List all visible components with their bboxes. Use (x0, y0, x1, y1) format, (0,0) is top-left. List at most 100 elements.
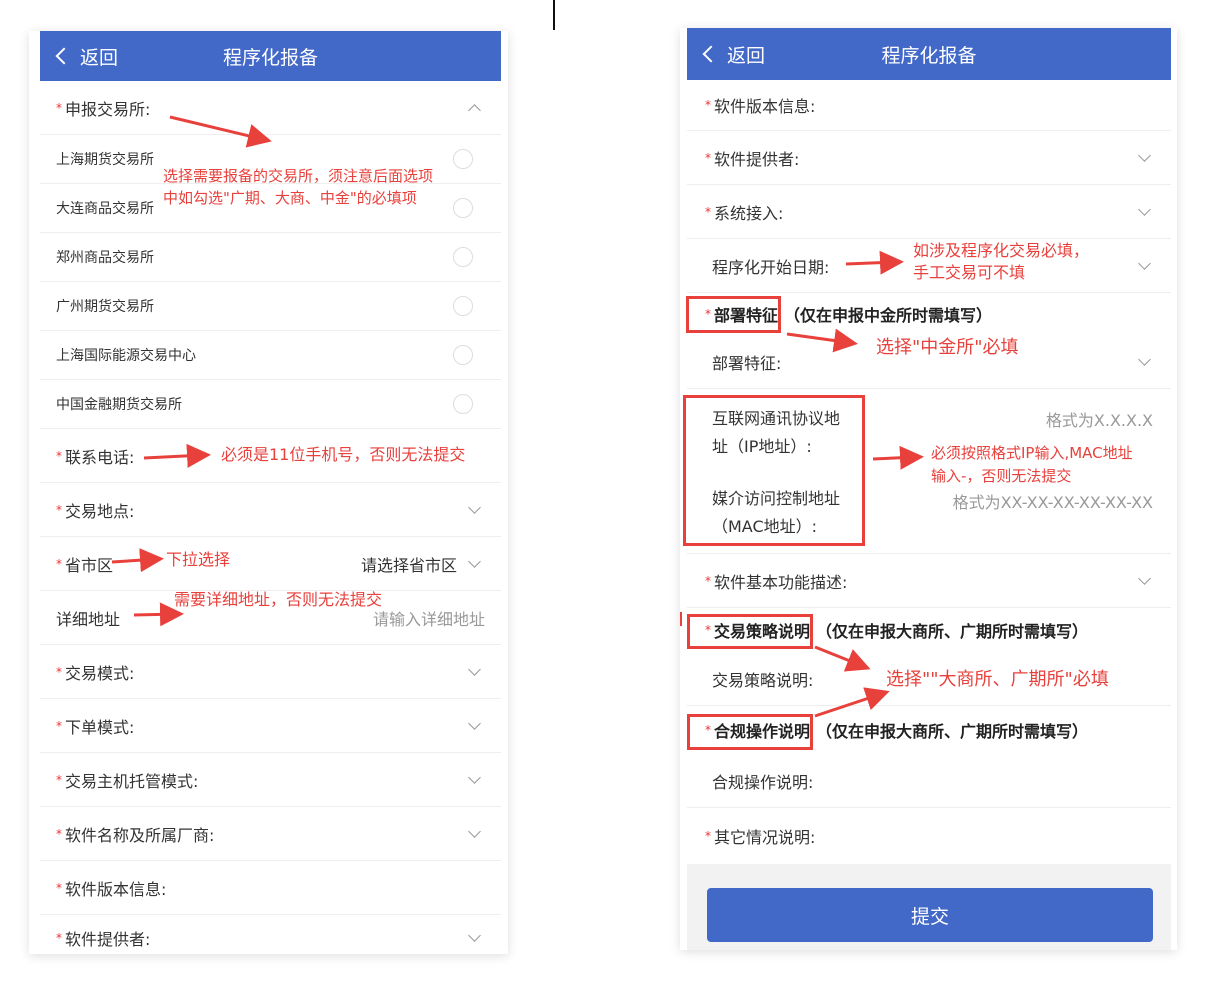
exchange-option-label: 广州期货交易所 (56, 299, 154, 315)
exchange-option-label: 上海期货交易所 (56, 152, 154, 168)
software-version-field[interactable]: * 软件版本信息: (40, 861, 501, 915)
region-label: 省市区 (65, 555, 114, 575)
radio-icon[interactable] (453, 394, 473, 414)
software-provider-label: 软件提供者: (714, 149, 800, 169)
chevron-down-icon[interactable] (468, 770, 481, 784)
software-name-field[interactable]: * 软件名称及所属厂商: (40, 807, 501, 861)
compliance-highlight-box (687, 714, 813, 750)
exchange-option[interactable]: 广州期货交易所 (40, 282, 501, 331)
chevron-down-icon[interactable] (468, 716, 481, 730)
deploy-label: 部署特征: (712, 353, 782, 373)
software-provider-label: 软件提供者: (65, 930, 151, 949)
chevron-down-icon[interactable] (1138, 352, 1151, 366)
required-mark: * (705, 829, 711, 843)
required-mark: * (56, 826, 62, 841)
start-date-annotation-line-1: 如涉及程序化交易必填， (913, 241, 1090, 260)
address-annotation: 需要详细地址，否则无法提交 (174, 590, 383, 609)
phone-label: 联系电话: (65, 447, 135, 467)
divider-line (553, 0, 555, 30)
chevron-down-icon[interactable] (468, 824, 481, 838)
exchange-option[interactable]: 上海国际能源交易中心 (40, 331, 501, 380)
chevron-down-icon[interactable] (468, 500, 481, 514)
exchange-field[interactable]: * 申报交易所: (40, 81, 501, 135)
address-label: 详细地址 (56, 609, 121, 629)
start-date-annotation-line-2: 手工交易可不填 (913, 263, 1026, 282)
back-button[interactable]: 返回 (54, 31, 118, 81)
system-access-field[interactable]: * 系统接入: (687, 185, 1171, 239)
required-mark: * (56, 100, 62, 115)
strategy-label: 交易策略说明: (712, 670, 814, 690)
software-provider-field[interactable]: * 软件提供者: (40, 915, 501, 954)
host-mode-label: 交易主机托管模式: (65, 771, 199, 791)
region-field[interactable]: * 省市区 请选择省市区 (40, 537, 501, 591)
strategy-annotation: 选择""大商所、广期所"必填 (886, 669, 1109, 690)
required-mark: * (56, 718, 62, 733)
compliance-label: 合规操作说明: (712, 772, 814, 792)
host-mode-field[interactable]: * 交易主机托管模式: (40, 753, 501, 807)
strategy-section-note: （仅在申报大商所、广期所时需填写） (816, 622, 1089, 641)
required-mark: * (56, 880, 62, 895)
back-label: 返回 (80, 46, 119, 69)
strategy-highlight-box (687, 614, 813, 649)
trade-mode-label: 交易模式: (65, 663, 135, 683)
mac-input[interactable]: 格式为XX-XX-XX-XX-XX-XX (953, 489, 1153, 513)
start-date-label: 程序化开始日期: (712, 257, 830, 277)
software-name-label: 软件名称及所属厂商: (65, 825, 215, 845)
required-mark: * (705, 150, 711, 165)
region-annotation: 下拉选择 (166, 550, 231, 569)
radio-icon[interactable] (453, 345, 473, 365)
exchange-option-label: 上海国际能源交易中心 (56, 348, 196, 364)
radio-icon[interactable] (453, 247, 473, 267)
address-input[interactable]: 请输入详细地址 (373, 606, 485, 630)
radio-icon[interactable] (453, 149, 473, 169)
required-mark: * (56, 556, 62, 571)
deploy-section-note: （仅在申报中金所时需填写） (784, 306, 993, 325)
required-mark: * (705, 204, 711, 219)
submit-button[interactable]: 提交 (707, 888, 1153, 942)
software-version-field[interactable]: * 软件版本信息: (687, 80, 1171, 131)
chevron-down-icon[interactable] (468, 554, 481, 568)
exchange-option[interactable]: 郑州商品交易所 (40, 233, 501, 282)
chevron-down-icon[interactable] (1138, 148, 1151, 162)
chevron-left-icon (55, 47, 73, 65)
red-tick-mark (680, 612, 682, 626)
exchange-annotation-line-1: 选择需要报备的交易所，须注意后面选项 (163, 167, 434, 185)
software-provider-field[interactable]: * 软件提供者: (687, 131, 1171, 185)
back-label: 返回 (727, 44, 766, 67)
chevron-down-icon[interactable] (1138, 202, 1151, 216)
other-field[interactable]: * 其它情况说明: (687, 808, 1171, 864)
required-mark: * (56, 772, 62, 787)
region-placeholder[interactable]: 请选择省市区 (361, 552, 457, 576)
exchange-annotation-line-2: 中如勾选"广期、大商、中金"的必填项 (163, 189, 417, 207)
function-field[interactable]: * 软件基本功能描述: (687, 554, 1171, 608)
deploy-annotation: 选择"中金所"必填 (876, 337, 1019, 358)
required-mark: * (56, 931, 62, 945)
required-mark: * (705, 98, 711, 112)
location-label: 交易地点: (65, 501, 135, 521)
chevron-up-icon[interactable] (468, 103, 481, 117)
chevron-down-icon[interactable] (1138, 571, 1151, 585)
location-field[interactable]: * 交易地点: (40, 483, 501, 537)
chevron-down-icon[interactable] (468, 662, 481, 676)
chevron-down-icon[interactable] (1138, 256, 1151, 270)
compliance-field[interactable]: 合规操作说明: (687, 754, 1171, 808)
function-label: 软件基本功能描述: (714, 572, 848, 592)
phone-annotation: 必须是11位手机号，否则无法提交 (221, 445, 466, 464)
order-mode-field[interactable]: * 下单模式: (40, 699, 501, 753)
exchange-label: 申报交易所: (65, 99, 151, 119)
exchange-option-label: 大连商品交易所 (56, 201, 154, 217)
exchange-option[interactable]: 中国金融期货交易所 (40, 380, 501, 429)
ip-input[interactable]: 格式为X.X.X.X (1046, 407, 1153, 431)
back-button[interactable]: 返回 (701, 28, 765, 80)
chevron-down-icon[interactable] (468, 929, 481, 942)
radio-icon[interactable] (453, 296, 473, 316)
required-mark: * (705, 573, 711, 588)
order-mode-label: 下单模式: (65, 717, 135, 737)
app-header: 返回 程序化报备 (687, 28, 1171, 80)
required-mark: * (56, 448, 62, 463)
ip-mac-annotation-line-2: 输入-，否则无法提交 (931, 467, 1072, 485)
trade-mode-field[interactable]: * 交易模式: (40, 645, 501, 699)
required-mark: * (56, 664, 62, 679)
required-mark: * (56, 502, 62, 517)
radio-icon[interactable] (453, 198, 473, 218)
